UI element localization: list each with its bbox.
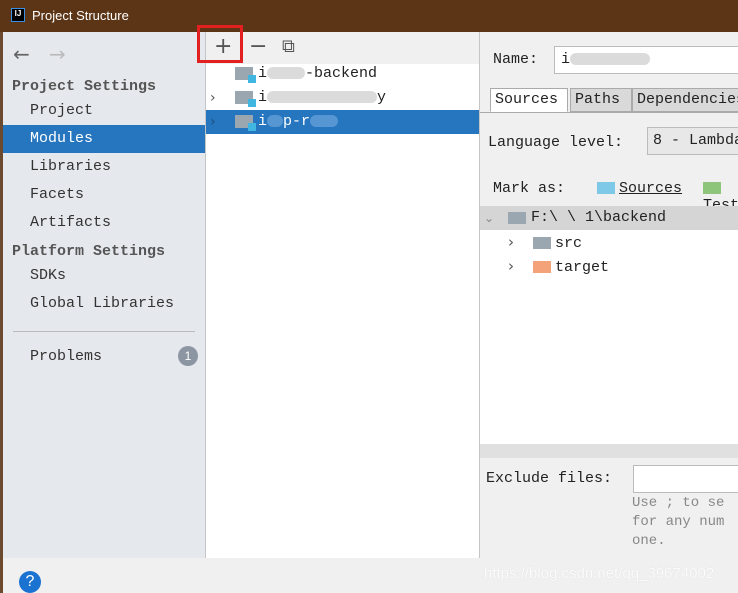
window-title: Project Structure <box>32 8 129 23</box>
platform-settings-header: Platform Settings <box>12 243 166 260</box>
tab-underline <box>480 112 738 113</box>
mark-as-label: Mark as: <box>493 180 566 197</box>
tests-folder-icon <box>703 182 721 195</box>
content-root-path: F:\ \ 1\backend <box>531 209 667 226</box>
tree-row-src[interactable]: › src <box>508 230 582 254</box>
sidebar-item-artifacts[interactable]: Artifacts <box>3 209 205 237</box>
sidebar-divider <box>13 331 195 332</box>
module-name: iy <box>258 89 387 106</box>
intellij-logo-icon: IJ <box>11 8 25 22</box>
module-folder-icon <box>235 91 256 107</box>
language-level-select[interactable]: 8 - Lambdas, type annotations etc. <box>647 127 738 155</box>
module-details: Name: i Sources Paths Dependencies Langu… <box>480 32 738 558</box>
back-arrow-icon[interactable]: ← <box>13 42 30 66</box>
copy-module-button[interactable]: ⧉ <box>282 36 295 57</box>
content-root-row[interactable]: ⌄ F:\ \ 1\backend <box>480 206 738 230</box>
sidebar: ← → Project Settings Project Modules Lib… <box>3 32 206 558</box>
tree-row-target[interactable]: › target <box>508 254 609 278</box>
chevron-down-icon[interactable]: ⌄ <box>484 206 494 230</box>
exclude-files-input[interactable] <box>633 465 738 493</box>
sources-folder-icon <box>597 182 615 195</box>
tab-sources[interactable]: Sources <box>490 88 568 112</box>
sidebar-item-modules[interactable]: Modules <box>3 125 205 153</box>
exclude-files-label: Exclude files: <box>486 470 613 487</box>
project-settings-header: Project Settings <box>12 78 157 95</box>
folder-icon <box>533 237 552 250</box>
title-bar: IJ Project Structure <box>0 0 738 32</box>
modules-toolbar: + − ⧉ <box>206 32 479 64</box>
problems-label: Problems <box>30 348 103 365</box>
tab-paths[interactable]: Paths <box>570 88 632 112</box>
sidebar-item-project[interactable]: Project <box>3 97 205 125</box>
chevron-right-icon[interactable]: › <box>508 233 514 251</box>
watermark: https://blog.csdn.net/qq_39674002 <box>484 565 715 582</box>
chevron-right-icon[interactable]: › <box>210 86 216 110</box>
problems-count-badge: 1 <box>178 346 198 366</box>
help-button[interactable]: ? <box>19 571 41 593</box>
chevron-right-icon[interactable]: › <box>210 110 216 134</box>
tab-dependencies[interactable]: Dependencies <box>632 88 738 112</box>
sidebar-item-problems[interactable]: Problems 1 <box>3 343 205 371</box>
module-row[interactable]: i -backend <box>206 62 479 86</box>
module-name: i -backend <box>258 65 378 82</box>
module-folder-icon <box>235 115 256 131</box>
module-name: i p-r <box>258 110 339 134</box>
mark-sources-button[interactable]: Sources <box>597 180 682 197</box>
horizontal-scrollbar[interactable] <box>480 444 738 458</box>
sidebar-item-facets[interactable]: Facets <box>3 181 205 209</box>
exclude-hint: Use ; to se for any num one. <box>632 495 725 549</box>
module-row[interactable]: › iy <box>206 86 479 110</box>
name-label: Name: <box>493 51 539 68</box>
modules-panel: + − ⧉ i -backend › iy › i p-r <box>206 32 480 558</box>
sidebar-item-global-libraries[interactable]: Global Libraries <box>3 290 205 318</box>
folder-icon <box>508 212 526 224</box>
sidebar-item-sdks[interactable]: SDKs <box>3 262 205 290</box>
content-root-tree: ⌄ F:\ \ 1\backend › src › target <box>480 206 738 444</box>
module-row[interactable]: › i p-r <box>206 110 479 134</box>
highlight-box <box>197 25 243 63</box>
chevron-right-icon[interactable]: › <box>508 257 514 275</box>
name-input[interactable]: i <box>554 46 738 74</box>
excluded-folder-icon <box>533 261 552 274</box>
remove-module-button[interactable]: − <box>249 34 267 59</box>
language-level-label: Language level: <box>488 134 624 151</box>
module-folder-icon <box>235 67 256 83</box>
forward-arrow-icon[interactable]: → <box>49 42 66 66</box>
sidebar-item-libraries[interactable]: Libraries <box>3 153 205 181</box>
